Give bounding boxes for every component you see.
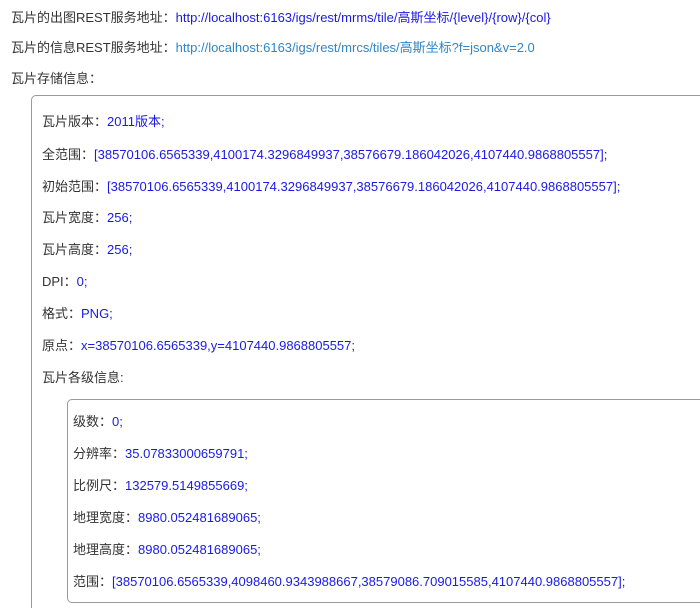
storage-info-title: 瓦片存储信息： <box>11 71 103 86</box>
info-rest-url-label: 瓦片的信息REST服务地址： <box>11 40 176 55</box>
origin-value: x=38570106.6565339,y=4107440.9868805557; <box>81 338 356 353</box>
origin-label: 原点： <box>42 338 82 353</box>
format-value: PNG; <box>81 306 113 321</box>
info-rest-url-row: 瓦片的信息REST服务地址：http://localhost:6163/igs/… <box>11 39 535 57</box>
extent-label: 范围： <box>73 574 113 589</box>
tile-height-row: 瓦片高度：256; <box>42 241 132 259</box>
init-extent-row: 初始范围：[38570106.6565339,4100174.329684993… <box>42 178 620 196</box>
full-extent-row: 全范围：[38570106.6565339,4100174.3296849937… <box>42 146 607 164</box>
full-extent-value: [38570106.6565339,4100174.3296849937,385… <box>94 147 608 162</box>
init-extent-label: 初始范围： <box>42 179 108 194</box>
scale-label: 比例尺： <box>73 478 126 493</box>
format-label: 格式： <box>42 306 82 321</box>
dpi-value: 0; <box>76 274 88 289</box>
geo-width-label: 地理宽度： <box>73 510 139 525</box>
tile-width-label: 瓦片宽度： <box>42 210 108 225</box>
geo-height-label: 地理高度： <box>73 542 139 557</box>
version-value: 2011版本; <box>107 114 165 129</box>
level-row: 级数：0; <box>73 413 123 431</box>
tile-height-value: 256; <box>107 242 133 257</box>
tile-height-label: 瓦片高度： <box>42 242 108 257</box>
map-rest-url-label: 瓦片的出图REST服务地址： <box>11 10 176 25</box>
tile-width-row: 瓦片宽度：256; <box>42 209 132 227</box>
tile-width-value: 256; <box>107 210 133 225</box>
geo-width-value: 8980.052481689065; <box>138 510 261 525</box>
level-value: 0; <box>112 414 123 429</box>
resolution-value: 35.07833000659791; <box>125 446 248 461</box>
full-extent-label: 全范围： <box>42 147 95 162</box>
extent-row: 范围：[38570106.6565339,4098460.9343988667,… <box>73 573 625 591</box>
map-rest-url-row: 瓦片的出图REST服务地址：http://localhost:6163/igs/… <box>11 9 551 27</box>
map-rest-url-link[interactable]: http://localhost:6163/igs/rest/mrms/tile… <box>176 10 551 25</box>
extent-value: [38570106.6565339,4098460.9343988667,385… <box>112 574 626 589</box>
version-row: 瓦片版本：2011版本; <box>42 113 165 131</box>
geo-height-value: 8980.052481689065; <box>138 542 261 557</box>
scale-row: 比例尺：132579.5149855669; <box>73 477 248 495</box>
version-label: 瓦片版本： <box>42 114 108 129</box>
levels-title: 瓦片各级信息: <box>42 370 124 385</box>
geo-height-row: 地理高度：8980.052481689065; <box>73 541 261 559</box>
dpi-label: DPI： <box>42 274 77 289</box>
resolution-row: 分辨率：35.07833000659791; <box>73 445 248 463</box>
resolution-label: 分辨率： <box>73 446 126 461</box>
geo-width-row: 地理宽度：8980.052481689065; <box>73 509 261 527</box>
info-rest-url-link[interactable]: http://localhost:6163/igs/rest/mrcs/tile… <box>176 40 535 55</box>
level-label: 级数： <box>73 414 113 429</box>
init-extent-value: [38570106.6565339,4100174.3296849937,385… <box>107 179 621 194</box>
tile-service-info-page: 瓦片的出图REST服务地址：http://localhost:6163/igs/… <box>0 0 700 608</box>
origin-row: 原点：x=38570106.6565339,y=4107440.98688055… <box>42 337 355 355</box>
dpi-row: DPI：0; <box>42 273 88 291</box>
format-row: 格式：PNG; <box>42 305 113 323</box>
scale-value: 132579.5149855669; <box>125 478 248 493</box>
